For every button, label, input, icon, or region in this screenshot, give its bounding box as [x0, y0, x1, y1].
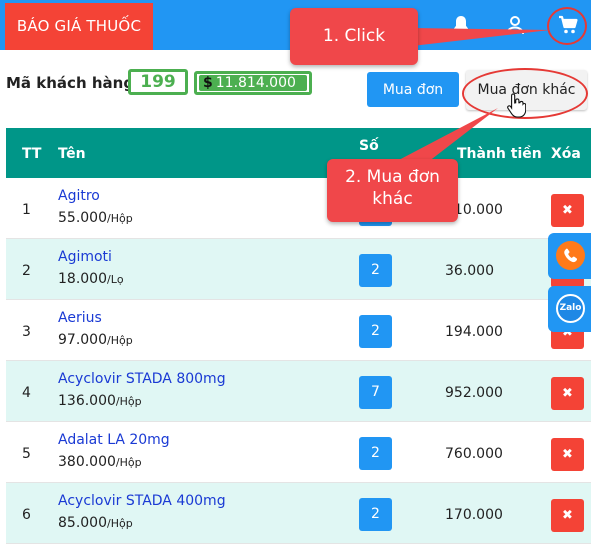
- phone-icon-circle: [556, 241, 585, 270]
- table-row: 6 Acyclovir STADA 400mg 85.000/Hộp 2 170…: [6, 483, 591, 544]
- hand-cursor-icon: [507, 93, 526, 118]
- row-index: 1: [22, 202, 31, 218]
- table-row: 5 Adalat LA 20mg 380.000/Hộp 2 760.000 ✖: [6, 422, 591, 483]
- product-name-link[interactable]: Adalat LA 20mg: [58, 432, 170, 448]
- product-price: 55.000/Hộp: [58, 210, 133, 226]
- quantity-button[interactable]: 7: [359, 376, 392, 409]
- product-price: 18.000/Lọ: [58, 271, 124, 287]
- row-index: 4: [22, 385, 31, 401]
- zalo-icon: Zalo: [556, 294, 585, 323]
- product-price: 380.000/Hộp: [58, 454, 142, 470]
- customer-amount-badge: $11.814.000: [194, 71, 312, 95]
- product-unit: /Lọ: [107, 273, 124, 286]
- row-index: 3: [22, 324, 31, 340]
- product-price: 97.000/Hộp: [58, 332, 133, 348]
- page: BÁO GIÁ THUỐC Mã khách hàng 199 $11.814.…: [0, 0, 591, 545]
- order-table-body: 1 Agitro 55.000/Hộp 110.000 ✖ 2 Agimoti …: [6, 178, 591, 544]
- product-name-link[interactable]: Acyclovir STADA 800mg: [58, 371, 226, 387]
- dollar-sign: $: [203, 75, 213, 91]
- row-index: 6: [22, 507, 31, 523]
- row-index: 2: [22, 263, 31, 279]
- row-total: 36.000: [445, 263, 494, 279]
- row-index: 5: [22, 446, 31, 462]
- bell-icon[interactable]: [449, 13, 473, 37]
- product-price: 136.000/Hộp: [58, 393, 142, 409]
- header-delete: Xóa: [551, 146, 581, 162]
- callout-step-2-line2: khác: [372, 189, 413, 209]
- table-row: 1 Agitro 55.000/Hộp 110.000 ✖: [6, 178, 591, 239]
- product-unit: /Hộp: [107, 212, 133, 225]
- delete-button[interactable]: ✖: [551, 499, 584, 532]
- product-name-link[interactable]: Agimoti: [58, 249, 112, 265]
- callout-step-1: 1. Click: [290, 8, 418, 65]
- customer-amount: 11.814.000: [215, 75, 296, 91]
- table-header: TT Tên Số Thành tiền Xóa: [6, 128, 591, 178]
- callout-step-2: 2. Mua đơn khác: [327, 159, 458, 222]
- quantity-button[interactable]: 2: [359, 437, 392, 470]
- delete-button[interactable]: ✖: [551, 194, 584, 227]
- product-name-link[interactable]: Aerius: [58, 310, 102, 326]
- header-index: TT: [22, 146, 42, 162]
- customer-code-label: Mã khách hàng: [6, 74, 135, 92]
- table-row: 3 Aerius 97.000/Hộp 2 194.000 ✖: [6, 300, 591, 361]
- product-unit: /Hộp: [107, 517, 133, 530]
- header-name: Tên: [58, 146, 86, 162]
- quantity-button[interactable]: 2: [359, 254, 392, 287]
- row-total: 952.000: [445, 385, 503, 401]
- product-unit: /Hộp: [107, 334, 133, 347]
- header-total: Thành tiền: [457, 146, 542, 162]
- buy-order-button[interactable]: Mua đơn: [367, 72, 459, 107]
- table-row: 2 Agimoti 18.000/Lọ 2 36.000 ✖: [6, 239, 591, 300]
- delete-button[interactable]: ✖: [551, 438, 584, 471]
- cart-highlight-ring: [547, 7, 587, 45]
- product-name-link[interactable]: Agitro: [58, 188, 100, 204]
- delete-button[interactable]: ✖: [551, 377, 584, 410]
- customer-count-badge: 199: [128, 69, 188, 95]
- zalo-contact-button[interactable]: Zalo: [548, 286, 591, 332]
- quantity-button[interactable]: 2: [359, 498, 392, 531]
- product-unit: /Hộp: [115, 395, 142, 408]
- user-icon[interactable]: [503, 13, 527, 37]
- phone-contact-button[interactable]: [548, 233, 591, 279]
- phone-icon: [564, 248, 578, 263]
- brand-title[interactable]: BÁO GIÁ THUỐC: [5, 3, 153, 50]
- row-total: 194.000: [445, 324, 503, 340]
- row-total: 170.000: [445, 507, 503, 523]
- quantity-button[interactable]: 2: [359, 315, 392, 348]
- callout-step-2-line1: 2. Mua đơn: [345, 167, 440, 187]
- product-name-link[interactable]: Acyclovir STADA 400mg: [58, 493, 226, 509]
- table-row: 4 Acyclovir STADA 800mg 136.000/Hộp 7 95…: [6, 361, 591, 422]
- header-quantity: Số: [359, 138, 379, 154]
- row-total: 760.000: [445, 446, 503, 462]
- product-unit: /Hộp: [115, 456, 142, 469]
- product-price: 85.000/Hộp: [58, 515, 133, 531]
